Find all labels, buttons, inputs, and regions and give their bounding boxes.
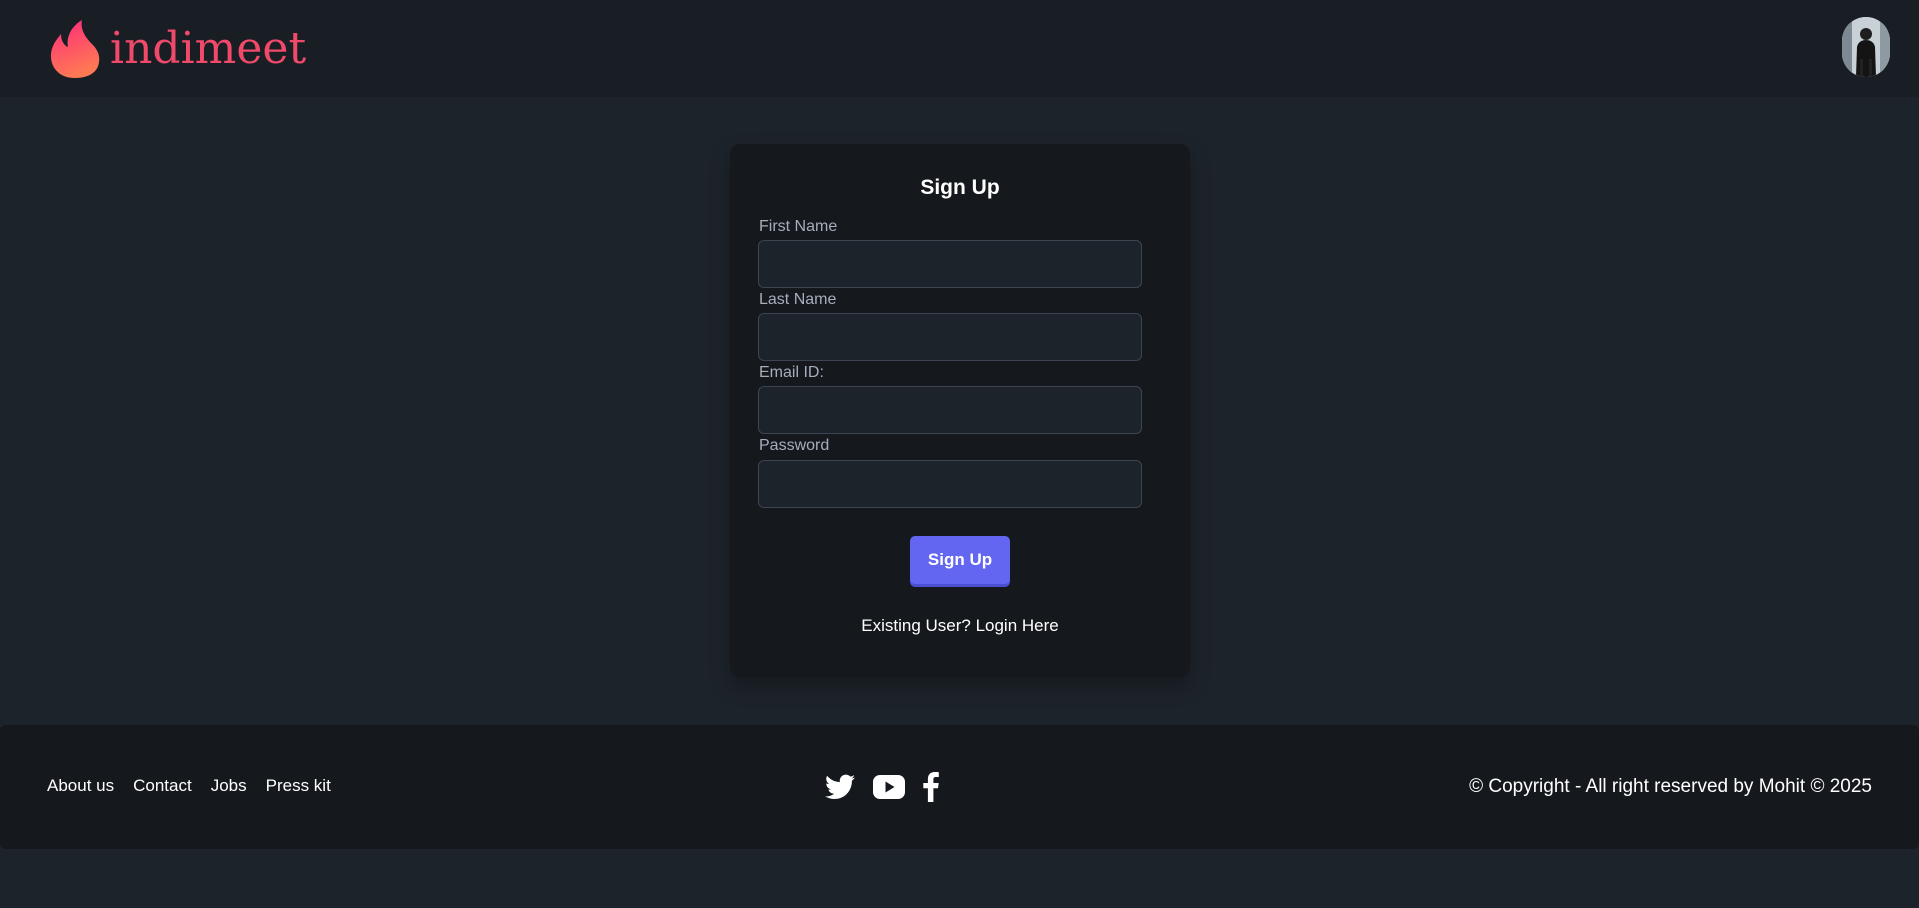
flame-icon xyxy=(50,20,100,78)
facebook-icon[interactable] xyxy=(923,772,939,807)
signup-button[interactable]: Sign Up xyxy=(910,536,1010,584)
footer-link-jobs[interactable]: Jobs xyxy=(211,776,247,796)
signup-card: Sign Up First Name Last Name Email ID: P… xyxy=(730,144,1190,677)
footer: About us Contact Jobs Press kit © Copyri… xyxy=(0,725,1919,849)
brand-logo[interactable]: indimeet xyxy=(48,18,306,80)
youtube-icon[interactable] xyxy=(873,775,905,804)
social-links xyxy=(825,772,939,807)
password-field[interactable] xyxy=(758,460,1142,508)
copyright-text: © Copyright - All right reserved by Mohi… xyxy=(1469,776,1872,797)
email-label: Email ID: xyxy=(759,364,824,381)
first-name-label: First Name xyxy=(759,218,838,235)
navbar: indimeet xyxy=(0,0,1919,97)
email-field[interactable] xyxy=(758,386,1142,434)
brand-name: indimeet xyxy=(110,23,307,74)
last-name-field[interactable] xyxy=(758,313,1142,361)
first-name-field[interactable] xyxy=(758,240,1142,288)
avatar[interactable] xyxy=(1842,17,1890,77)
footer-link-press-kit[interactable]: Press kit xyxy=(266,776,331,796)
footer-link-contact[interactable]: Contact xyxy=(133,776,192,796)
page-title: Sign Up xyxy=(920,176,1000,199)
twitter-icon[interactable] xyxy=(825,774,855,805)
footer-nav: About us Contact Jobs Press kit xyxy=(47,776,331,796)
login-link[interactable]: Existing User? Login Here xyxy=(730,616,1190,636)
avatar-image xyxy=(1842,17,1890,77)
last-name-label: Last Name xyxy=(759,291,837,308)
footer-link-about[interactable]: About us xyxy=(47,776,114,796)
password-label: Password xyxy=(759,437,830,454)
